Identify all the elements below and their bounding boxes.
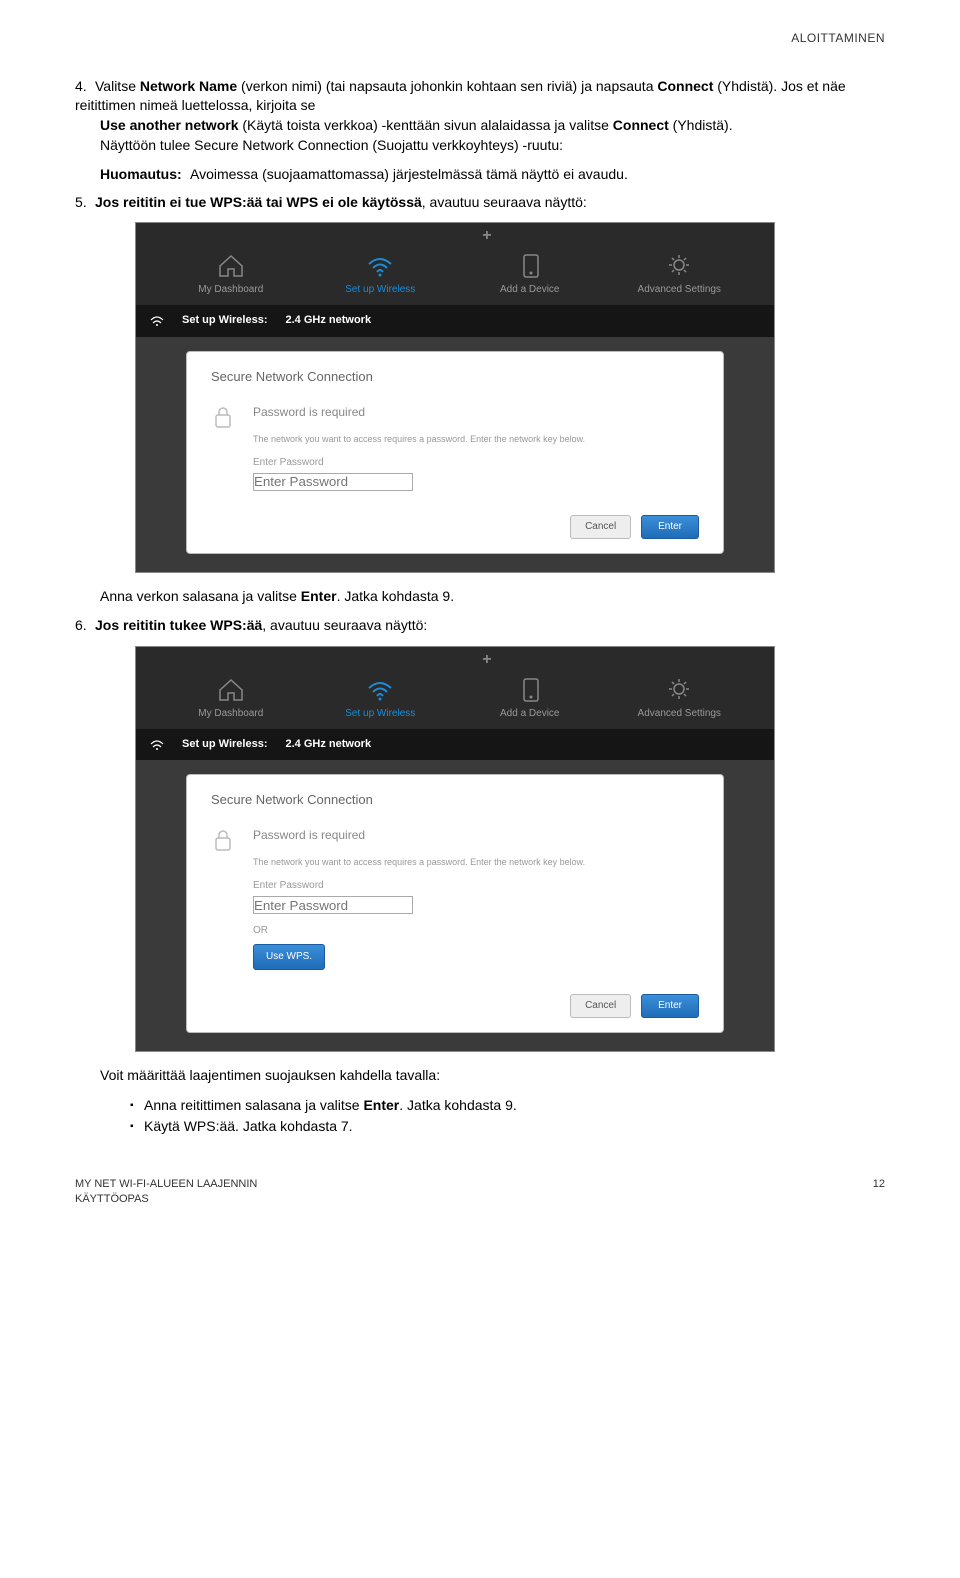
step-4-line3: Näyttöön tulee Secure Network Connection…	[75, 136, 885, 156]
note-box: Huomautus: Avoimessa (suojaamattomassa) …	[75, 165, 885, 185]
plus-icon: +	[482, 225, 491, 247]
note-label: Huomautus:	[100, 165, 190, 185]
sub-header: Set up Wireless: 2.4 GHz network	[136, 305, 774, 336]
list-item: Käytä WPS:ää. Jatka kohdasta 7.	[130, 1117, 885, 1137]
pw-desc: The network you want to access requires …	[253, 857, 699, 869]
tab-wireless[interactable]: Set up Wireless	[320, 676, 440, 721]
note-text: Avoimessa (suojaamattomassa) järjestelmä…	[190, 165, 885, 185]
enter-button[interactable]: Enter	[641, 515, 699, 539]
after-step-6-list: Anna reitittimen salasana ja valitse Ent…	[75, 1096, 885, 1137]
list-item: Anna reitittimen salasana ja valitse Ent…	[130, 1096, 885, 1116]
use-wps-button[interactable]: Use WPS.	[253, 944, 325, 970]
pw-placeholder-label: Enter Password	[253, 879, 699, 893]
panel-zone: Secure Network Connection Password is re…	[136, 337, 774, 572]
sub-network: 2.4 GHz network	[285, 313, 371, 328]
wifi-icon	[365, 676, 395, 702]
step-6: 6.Jos reititin tukee WPS:ää, avautuu seu…	[75, 616, 885, 636]
home-icon	[216, 676, 246, 702]
pw-required-label: Password is required	[253, 827, 365, 844]
gear-icon	[664, 252, 694, 278]
after-step-5: Anna verkon salasana ja valitse Enter. J…	[75, 587, 885, 607]
pw-required-label: Password is required	[253, 404, 365, 421]
after-step-6-lead: Voit määrittää laajentimen suojauksen ka…	[75, 1066, 885, 1086]
step-num-5: 5.	[75, 193, 95, 213]
password-input[interactable]	[253, 896, 413, 914]
lock-icon	[211, 827, 239, 853]
tab-dashboard[interactable]: My Dashboard	[171, 252, 291, 297]
tab-add-device[interactable]: Add a Device	[470, 252, 590, 297]
step-4: 4.Valitse Network Name (verkon nimi) (ta…	[75, 77, 885, 155]
tab-advanced[interactable]: Advanced Settings	[619, 676, 739, 721]
secure-panel: Secure Network Connection Password is re…	[186, 774, 724, 1033]
sub-label: Set up Wireless:	[182, 737, 267, 752]
tab-wireless[interactable]: Set up Wireless	[320, 252, 440, 297]
secure-panel: Secure Network Connection Password is re…	[186, 351, 724, 554]
panel-title: Secure Network Connection	[211, 791, 699, 809]
tab-bar: + My Dashboard Set up Wireless Add a Dev…	[136, 223, 774, 305]
footer-title: MY NET WI-FI-ALUEEN LAAJENNIN	[75, 1177, 257, 1192]
home-icon	[216, 252, 246, 278]
enter-button[interactable]: Enter	[641, 994, 699, 1018]
sub-label: Set up Wireless:	[182, 313, 267, 328]
page-footer: MY NET WI-FI-ALUEEN LAAJENNIN KÄYTTÖOPAS…	[75, 1177, 885, 1208]
sub-network: 2.4 GHz network	[285, 737, 371, 752]
section-header: ALOITTAMINEN	[75, 30, 885, 47]
step-num-6: 6.	[75, 616, 95, 636]
wifi-small-icon	[150, 315, 164, 327]
page-number: 12	[873, 1177, 885, 1208]
tab-add-device[interactable]: Add a Device	[470, 676, 590, 721]
footer-subtitle: KÄYTTÖOPAS	[75, 1192, 257, 1207]
device-icon	[516, 676, 544, 702]
tab-bar: + My Dashboard Set up Wireless Add a Dev…	[136, 647, 774, 729]
cancel-button[interactable]: Cancel	[570, 515, 631, 539]
lock-icon	[211, 404, 239, 430]
password-input[interactable]	[253, 473, 413, 491]
device-icon	[516, 252, 544, 278]
pw-desc: The network you want to access requires …	[253, 434, 699, 446]
wifi-icon	[365, 252, 395, 278]
gear-icon	[664, 676, 694, 702]
tab-advanced[interactable]: Advanced Settings	[619, 252, 739, 297]
tab-dashboard[interactable]: My Dashboard	[171, 676, 291, 721]
panel-zone: Secure Network Connection Password is re…	[136, 760, 774, 1051]
plus-icon: +	[482, 649, 491, 671]
pw-placeholder-label: Enter Password	[253, 456, 699, 470]
screenshot-no-wps: + My Dashboard Set up Wireless Add a Dev…	[135, 222, 775, 572]
screenshot-wps: + My Dashboard Set up Wireless Add a Dev…	[135, 646, 775, 1052]
wifi-small-icon	[150, 739, 164, 751]
step-5: 5.Jos reititin ei tue WPS:ää tai WPS ei …	[75, 193, 885, 213]
panel-title: Secure Network Connection	[211, 368, 699, 386]
step-num-4: 4.	[75, 77, 95, 97]
cancel-button[interactable]: Cancel	[570, 994, 631, 1018]
sub-header: Set up Wireless: 2.4 GHz network	[136, 729, 774, 760]
or-label: OR	[253, 924, 699, 938]
